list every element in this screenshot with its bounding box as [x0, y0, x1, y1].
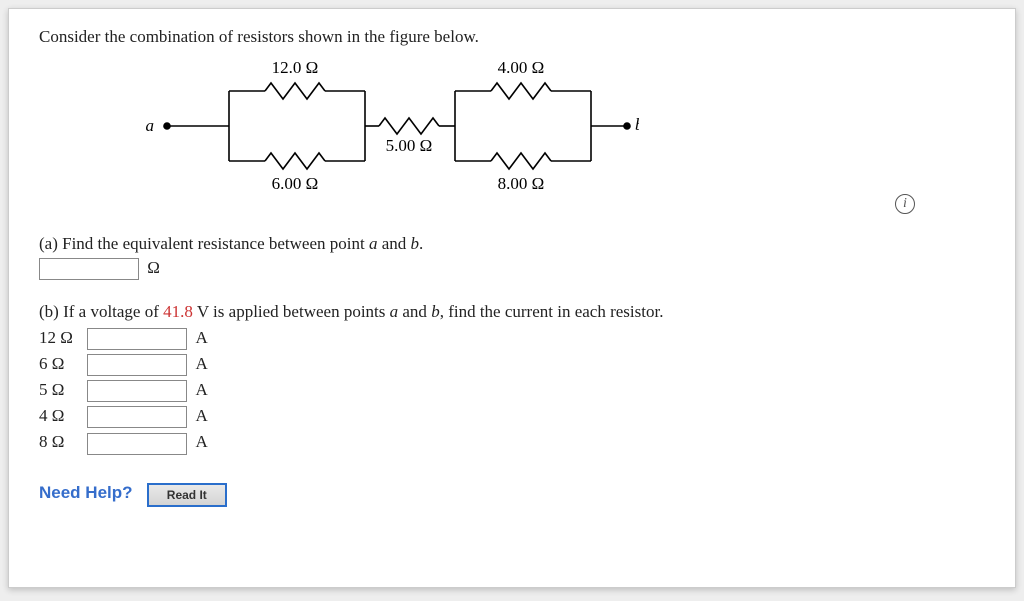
part-b-input-6[interactable]	[87, 354, 187, 376]
row-label: 6 Ω	[39, 354, 83, 374]
part-b: (b) If a voltage of 41.8 V is applied be…	[39, 302, 985, 454]
part-b-row: 6 Ω A	[39, 354, 985, 376]
part-a-unit: Ω	[147, 258, 160, 277]
circuit-diagram: a b 12.0 Ω 6.00 Ω 5.00 Ω 4.00 Ω 8.00 Ω	[79, 51, 639, 201]
part-b-input-5[interactable]	[87, 380, 187, 402]
question-card: Consider the combination of resistors sh…	[8, 8, 1016, 588]
row-label: 12 Ω	[39, 328, 83, 348]
r-top-right-label: 4.00 Ω	[498, 58, 545, 77]
part-b-row: 12 Ω A	[39, 328, 985, 350]
r-bottom-left-label: 6.00 Ω	[272, 174, 319, 193]
terminal-a-label: a	[146, 116, 155, 135]
part-b-input-4[interactable]	[87, 406, 187, 428]
part-b-input-8[interactable]	[87, 433, 187, 455]
need-help-label: Need Help?	[39, 483, 133, 502]
part-a-input[interactable]	[39, 258, 139, 280]
part-b-input-12[interactable]	[87, 328, 187, 350]
part-a-text: (a) Find the equivalent resistance betwe…	[39, 234, 423, 253]
r-middle-label: 5.00 Ω	[386, 136, 433, 155]
part-b-row: 8 Ω A	[39, 432, 985, 454]
r-bottom-right-label: 8.00 Ω	[498, 174, 545, 193]
row-unit: A	[196, 432, 208, 451]
prompt-text: Consider the combination of resistors sh…	[39, 27, 985, 47]
read-it-button[interactable]: Read It	[147, 483, 227, 507]
row-unit: A	[196, 380, 208, 399]
voltage-value: 41.8	[163, 302, 193, 321]
part-b-row: 5 Ω A	[39, 380, 985, 402]
terminal-b-label: b	[635, 115, 639, 134]
need-help-section: Need Help? Read It	[39, 483, 985, 507]
row-unit: A	[196, 354, 208, 373]
part-b-text: (b) If a voltage of 41.8 V is applied be…	[39, 302, 663, 321]
row-unit: A	[196, 328, 208, 347]
part-a: (a) Find the equivalent resistance betwe…	[39, 234, 985, 280]
row-unit: A	[196, 406, 208, 425]
r-top-left-label: 12.0 Ω	[272, 58, 319, 77]
row-label: 5 Ω	[39, 380, 83, 400]
row-label: 8 Ω	[39, 432, 83, 452]
info-icon[interactable]: i	[895, 194, 915, 214]
row-label: 4 Ω	[39, 406, 83, 426]
part-b-row: 4 Ω A	[39, 406, 985, 428]
